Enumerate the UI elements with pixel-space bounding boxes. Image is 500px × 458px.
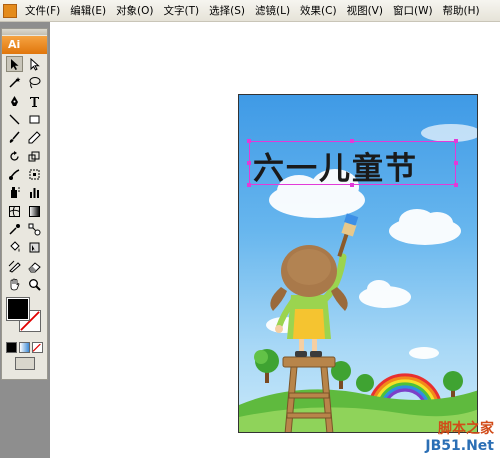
menu-view[interactable]: 视图(V): [342, 2, 388, 20]
live-paint-selection-tool-icon[interactable]: [26, 239, 43, 255]
menu-bar: 文件(F) 编辑(E) 对象(O) 文字(T) 选择(S) 滤镜(L) 效果(C…: [0, 0, 500, 22]
rotate-tool-icon[interactable]: [6, 148, 23, 164]
selection-handle-br[interactable]: [454, 183, 458, 187]
fill-color-swatch[interactable]: [6, 297, 30, 321]
screen-mode-button[interactable]: [14, 357, 35, 370]
gradient-mode-icon[interactable]: [19, 342, 30, 353]
rectangle-tool-icon[interactable]: [26, 111, 43, 127]
lasso-tool-icon[interactable]: [26, 74, 43, 90]
watermark: 脚本之家 JB51.Net: [425, 418, 494, 454]
slice-tool-icon[interactable]: [6, 258, 23, 274]
tools-panel: Ai: [1, 28, 48, 380]
tools-panel-titlebar[interactable]: [2, 29, 47, 35]
free-transform-tool-icon[interactable]: [26, 166, 43, 182]
type-tool-icon[interactable]: [26, 93, 43, 109]
eraser-tool-icon[interactable]: [26, 258, 43, 274]
menu-edit[interactable]: 编辑(E): [65, 2, 111, 20]
selection-tool-icon[interactable]: [5, 56, 23, 72]
selection-handle-ml[interactable]: [247, 161, 251, 165]
color-mode-icon[interactable]: [6, 342, 17, 353]
none-mode-icon[interactable]: [32, 342, 43, 353]
pen-tool-icon[interactable]: [6, 93, 23, 109]
line-segment-tool-icon[interactable]: [6, 111, 23, 127]
menu-filter[interactable]: 滤镜(L): [250, 2, 295, 20]
paintbrush-tool-icon[interactable]: [6, 129, 23, 145]
selection-handle-tl[interactable]: [247, 139, 251, 143]
warp-tool-icon[interactable]: [6, 166, 23, 182]
watermark-line1: 脚本之家: [438, 421, 494, 437]
pencil-tool-icon[interactable]: [26, 129, 43, 145]
symbol-sprayer-tool-icon[interactable]: [6, 184, 23, 200]
hand-tool-icon[interactable]: [6, 276, 23, 292]
gradient-tool-icon[interactable]: [26, 203, 43, 219]
column-graph-tool-icon[interactable]: [26, 184, 43, 200]
menu-type[interactable]: 文字(T): [159, 2, 205, 20]
eyedropper-tool-icon[interactable]: [6, 221, 23, 237]
app-icon[interactable]: [3, 3, 17, 18]
artboard[interactable]: 六一儿童节: [238, 94, 478, 433]
blend-tool-icon[interactable]: [26, 221, 43, 237]
selection-handle-mr[interactable]: [454, 161, 458, 165]
selection-handle-bl[interactable]: [247, 183, 251, 187]
color-swatches: [5, 296, 44, 340]
menu-select[interactable]: 选择(S): [204, 2, 250, 20]
mesh-tool-icon[interactable]: [6, 203, 23, 219]
zoom-tool-icon[interactable]: [26, 276, 43, 292]
menu-help[interactable]: 帮助(H): [438, 2, 485, 20]
magic-wand-tool-icon[interactable]: [6, 74, 23, 90]
scale-tool-icon[interactable]: [26, 148, 43, 164]
direct-selection-tool-icon[interactable]: [26, 56, 43, 72]
menu-object[interactable]: 对象(O): [111, 2, 158, 20]
live-paint-bucket-tool-icon[interactable]: [6, 239, 23, 255]
ai-logo: Ai: [2, 36, 47, 54]
menu-effect[interactable]: 效果(C): [295, 2, 342, 20]
title-text[interactable]: 六一儿童节: [253, 143, 418, 188]
menu-window[interactable]: 窗口(W): [388, 2, 438, 20]
watermark-line2: JB51.Net: [425, 438, 494, 454]
menu-file[interactable]: 文件(F): [20, 2, 65, 20]
selection-handle-tr[interactable]: [454, 139, 458, 143]
